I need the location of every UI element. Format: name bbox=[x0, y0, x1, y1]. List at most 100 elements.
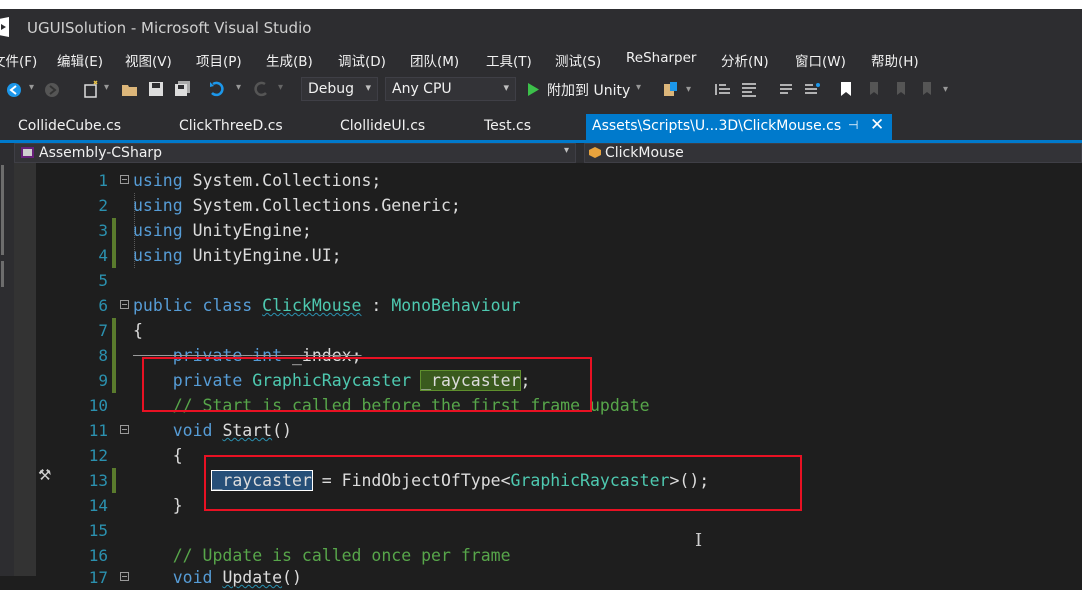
play-icon[interactable] bbox=[527, 82, 540, 97]
tab-clickmouse[interactable]: Assets\Scripts\U...3D\ClickMouse.cs ⊣ ✕ bbox=[586, 114, 892, 140]
line-number: 1 bbox=[98, 171, 108, 190]
menu-team[interactable]: 团队(M) bbox=[410, 50, 459, 70]
undo-dropdown-icon[interactable]: ▾ bbox=[236, 82, 241, 93]
platform-value: Any CPU bbox=[392, 81, 452, 97]
menu-build[interactable]: 生成(B) bbox=[266, 50, 313, 70]
type-dropdown[interactable]: ClickMouse bbox=[584, 143, 1082, 163]
menu-debug[interactable]: 调试(D) bbox=[338, 50, 386, 70]
csharp-project-icon bbox=[21, 147, 34, 158]
attach-dropdown-icon[interactable]: ▾ bbox=[636, 82, 641, 93]
namespace: UnityEngine; bbox=[182, 221, 312, 240]
back-icon[interactable] bbox=[6, 82, 22, 98]
visual-studio-logo-icon bbox=[0, 17, 9, 37]
menu-analyze[interactable]: 分析(N) bbox=[721, 50, 769, 70]
line-number: 5 bbox=[98, 271, 108, 290]
redo-icon[interactable] bbox=[252, 81, 270, 97]
platform-dropdown[interactable]: Any CPU ▾ bbox=[385, 77, 516, 101]
project-dropdown[interactable]: Assembly-CSharp ▾ bbox=[14, 143, 576, 163]
method-name: Start bbox=[222, 421, 273, 440]
line-number: 17 bbox=[88, 568, 108, 587]
annotation-box-field bbox=[142, 357, 592, 412]
attach-to-unity-button[interactable]: 附加到 Unity bbox=[547, 80, 630, 100]
step-icon[interactable] bbox=[714, 82, 732, 97]
collapse-icon[interactable] bbox=[120, 300, 129, 309]
browse-dropdown-icon[interactable]: ▾ bbox=[686, 84, 691, 95]
new-dropdown-icon[interactable]: ▾ bbox=[104, 82, 109, 93]
keyword: using bbox=[133, 171, 183, 190]
collapse-icon[interactable] bbox=[120, 425, 129, 434]
tab-collidecube[interactable]: CollideCube.cs bbox=[18, 118, 121, 134]
window-title: UGUISolution - Microsoft Visual Studio bbox=[27, 19, 312, 37]
method-name: Update bbox=[222, 568, 283, 587]
uncomment-icon[interactable] bbox=[803, 82, 821, 97]
class-name: ClickMouse bbox=[262, 296, 362, 315]
title-bar: UGUISolution - Microsoft Visual Studio bbox=[0, 9, 1082, 46]
redo-dropdown-icon[interactable]: ▾ bbox=[278, 82, 283, 93]
new-project-icon[interactable] bbox=[82, 80, 100, 98]
quick-action-icon[interactable]: ⚒ bbox=[38, 466, 51, 484]
code-text: { bbox=[133, 446, 183, 465]
code-text: } bbox=[133, 496, 183, 515]
change-marker bbox=[112, 318, 116, 343]
pin-icon[interactable]: ⊣ bbox=[848, 118, 858, 132]
open-folder-icon[interactable] bbox=[121, 81, 139, 97]
back-dropdown-icon[interactable]: ▾ bbox=[29, 82, 34, 93]
base-type: MonoBehaviour bbox=[391, 296, 521, 315]
menu-resharper[interactable]: ReSharper bbox=[626, 50, 696, 66]
chevron-down-icon: ▾ bbox=[365, 81, 371, 94]
collapse-icon[interactable] bbox=[120, 175, 129, 184]
line-number: 11 bbox=[88, 421, 108, 440]
code-line: 2 using System.Collections.Generic; bbox=[0, 193, 1082, 218]
change-marker bbox=[112, 218, 116, 243]
namespace: UnityEngine.UI; bbox=[182, 246, 342, 265]
save-all-icon[interactable] bbox=[174, 81, 192, 97]
menu-test[interactable]: 测试(S) bbox=[555, 50, 601, 70]
menu-file[interactable]: 文件(F) bbox=[0, 50, 37, 70]
menu-project[interactable]: 项目(P) bbox=[196, 50, 242, 70]
code-line: 4 using UnityEngine.UI; bbox=[0, 243, 1082, 268]
code-text: using UnityEngine.UI; bbox=[133, 246, 342, 265]
tab-clickmouse-label: Assets\Scripts\U...3D\ClickMouse.cs bbox=[592, 118, 842, 134]
format-icon[interactable] bbox=[740, 82, 758, 97]
comment-out-icon[interactable] bbox=[778, 82, 794, 97]
tab-clollideui[interactable]: ClollideUI.cs bbox=[340, 118, 425, 134]
toolbar-overflow-icon[interactable]: ▾ bbox=[943, 84, 948, 95]
keyword: using bbox=[133, 196, 183, 215]
keyword: using bbox=[133, 221, 183, 240]
close-icon[interactable]: ✕ bbox=[870, 115, 884, 135]
save-icon[interactable] bbox=[148, 81, 164, 97]
top-strip bbox=[0, 0, 1082, 9]
browse-icon[interactable] bbox=[662, 81, 680, 99]
menu-view[interactable]: 视图(V) bbox=[125, 50, 172, 70]
line-number: 3 bbox=[98, 221, 108, 240]
menu-edit[interactable]: 编辑(E) bbox=[57, 50, 103, 70]
collapse-icon[interactable] bbox=[120, 572, 129, 581]
annotation-box-assignment bbox=[204, 455, 802, 511]
tab-clickthreed[interactable]: ClickThreeD.cs bbox=[179, 118, 283, 134]
line-number: 7 bbox=[98, 321, 108, 340]
chevron-down-icon: ▾ bbox=[563, 145, 569, 156]
line-number: 14 bbox=[88, 496, 108, 515]
change-marker bbox=[112, 243, 116, 268]
punctuation: : bbox=[361, 296, 392, 315]
menu-window[interactable]: 窗口(W) bbox=[795, 50, 846, 70]
clear-bookmarks-icon[interactable] bbox=[919, 81, 935, 97]
tab-test[interactable]: Test.cs bbox=[484, 118, 531, 134]
undo-icon[interactable] bbox=[208, 81, 226, 97]
keyword: class bbox=[202, 296, 253, 315]
punctuation: () bbox=[272, 421, 292, 440]
code-text: void Start() bbox=[133, 421, 292, 440]
document-tabs: CollideCube.cs ClickThreeD.cs ClollideUI… bbox=[0, 108, 1082, 140]
change-marker bbox=[112, 343, 116, 368]
type-value: ClickMouse bbox=[605, 145, 684, 161]
menu-tools[interactable]: 工具(T) bbox=[486, 50, 532, 70]
configuration-dropdown[interactable]: Debug ▾ bbox=[301, 77, 378, 101]
forward-icon[interactable] bbox=[44, 82, 60, 98]
menu-help[interactable]: 帮助(H) bbox=[871, 50, 919, 70]
bookmark-icon[interactable] bbox=[839, 81, 853, 97]
text-cursor-icon: Ι bbox=[695, 530, 703, 551]
line-number: 13 bbox=[88, 471, 108, 490]
prev-bookmark-icon[interactable] bbox=[866, 81, 882, 97]
next-bookmark-icon[interactable] bbox=[893, 81, 909, 97]
keyword: public bbox=[133, 296, 193, 315]
